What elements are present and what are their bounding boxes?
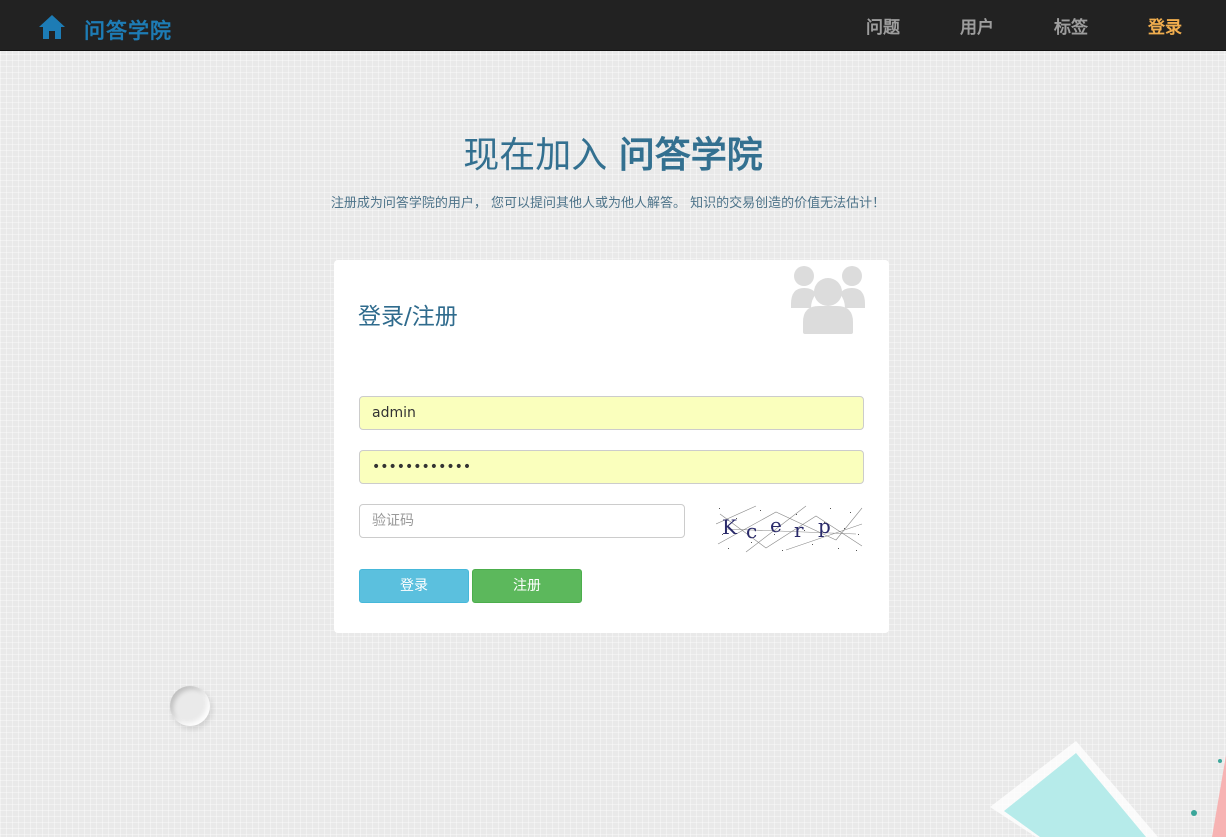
captcha-image[interactable]: Kcerp — [716, 504, 864, 554]
top-navbar: 问答学院 问题 用户 标签 登录 — [0, 0, 1226, 51]
brand[interactable]: 问答学院 — [38, 12, 172, 45]
captcha-input[interactable] — [359, 504, 685, 538]
login-card: 登录/注册 admin •••••••••••• 验证码 K c e r p 登… — [334, 260, 889, 633]
nav-links: 问题 用户 标签 登录 — [806, 0, 1182, 50]
page-title: 现在加入 问答学院 — [0, 126, 1226, 178]
brand-name[interactable]: 问答学院 — [84, 15, 172, 45]
home-icon[interactable] — [38, 14, 66, 40]
register-button[interactable]: 注册 — [472, 569, 582, 603]
captcha-char: e — [770, 513, 782, 537]
nav-link-login[interactable]: 登录 — [1148, 13, 1182, 38]
page-title-plain: 现在加入 — [463, 135, 619, 176]
username-input[interactable] — [359, 396, 864, 430]
decorative-circle — [170, 686, 210, 726]
captcha-char: r — [794, 518, 804, 542]
decorative-shapes — [990, 741, 1226, 837]
users-icon — [791, 266, 865, 334]
nav-link-tags[interactable]: 标签 — [1054, 13, 1088, 38]
nav-link-users[interactable]: 用户 — [960, 13, 994, 38]
login-button[interactable]: 登录 — [359, 569, 469, 603]
password-input[interactable] — [359, 450, 864, 484]
page-title-strong: 问答学院 — [618, 135, 763, 176]
page-subtitle: 注册成为问答学院的用户， 您可以提问其他人或为他人解答。 知识的交易创造的价值无… — [330, 196, 886, 211]
captcha-char: p — [818, 514, 831, 538]
nav-link-questions[interactable]: 问题 — [866, 13, 900, 38]
captcha-char: c — [746, 519, 757, 543]
captcha-char: K — [722, 515, 738, 539]
card-title: 登录/注册 — [358, 304, 458, 330]
